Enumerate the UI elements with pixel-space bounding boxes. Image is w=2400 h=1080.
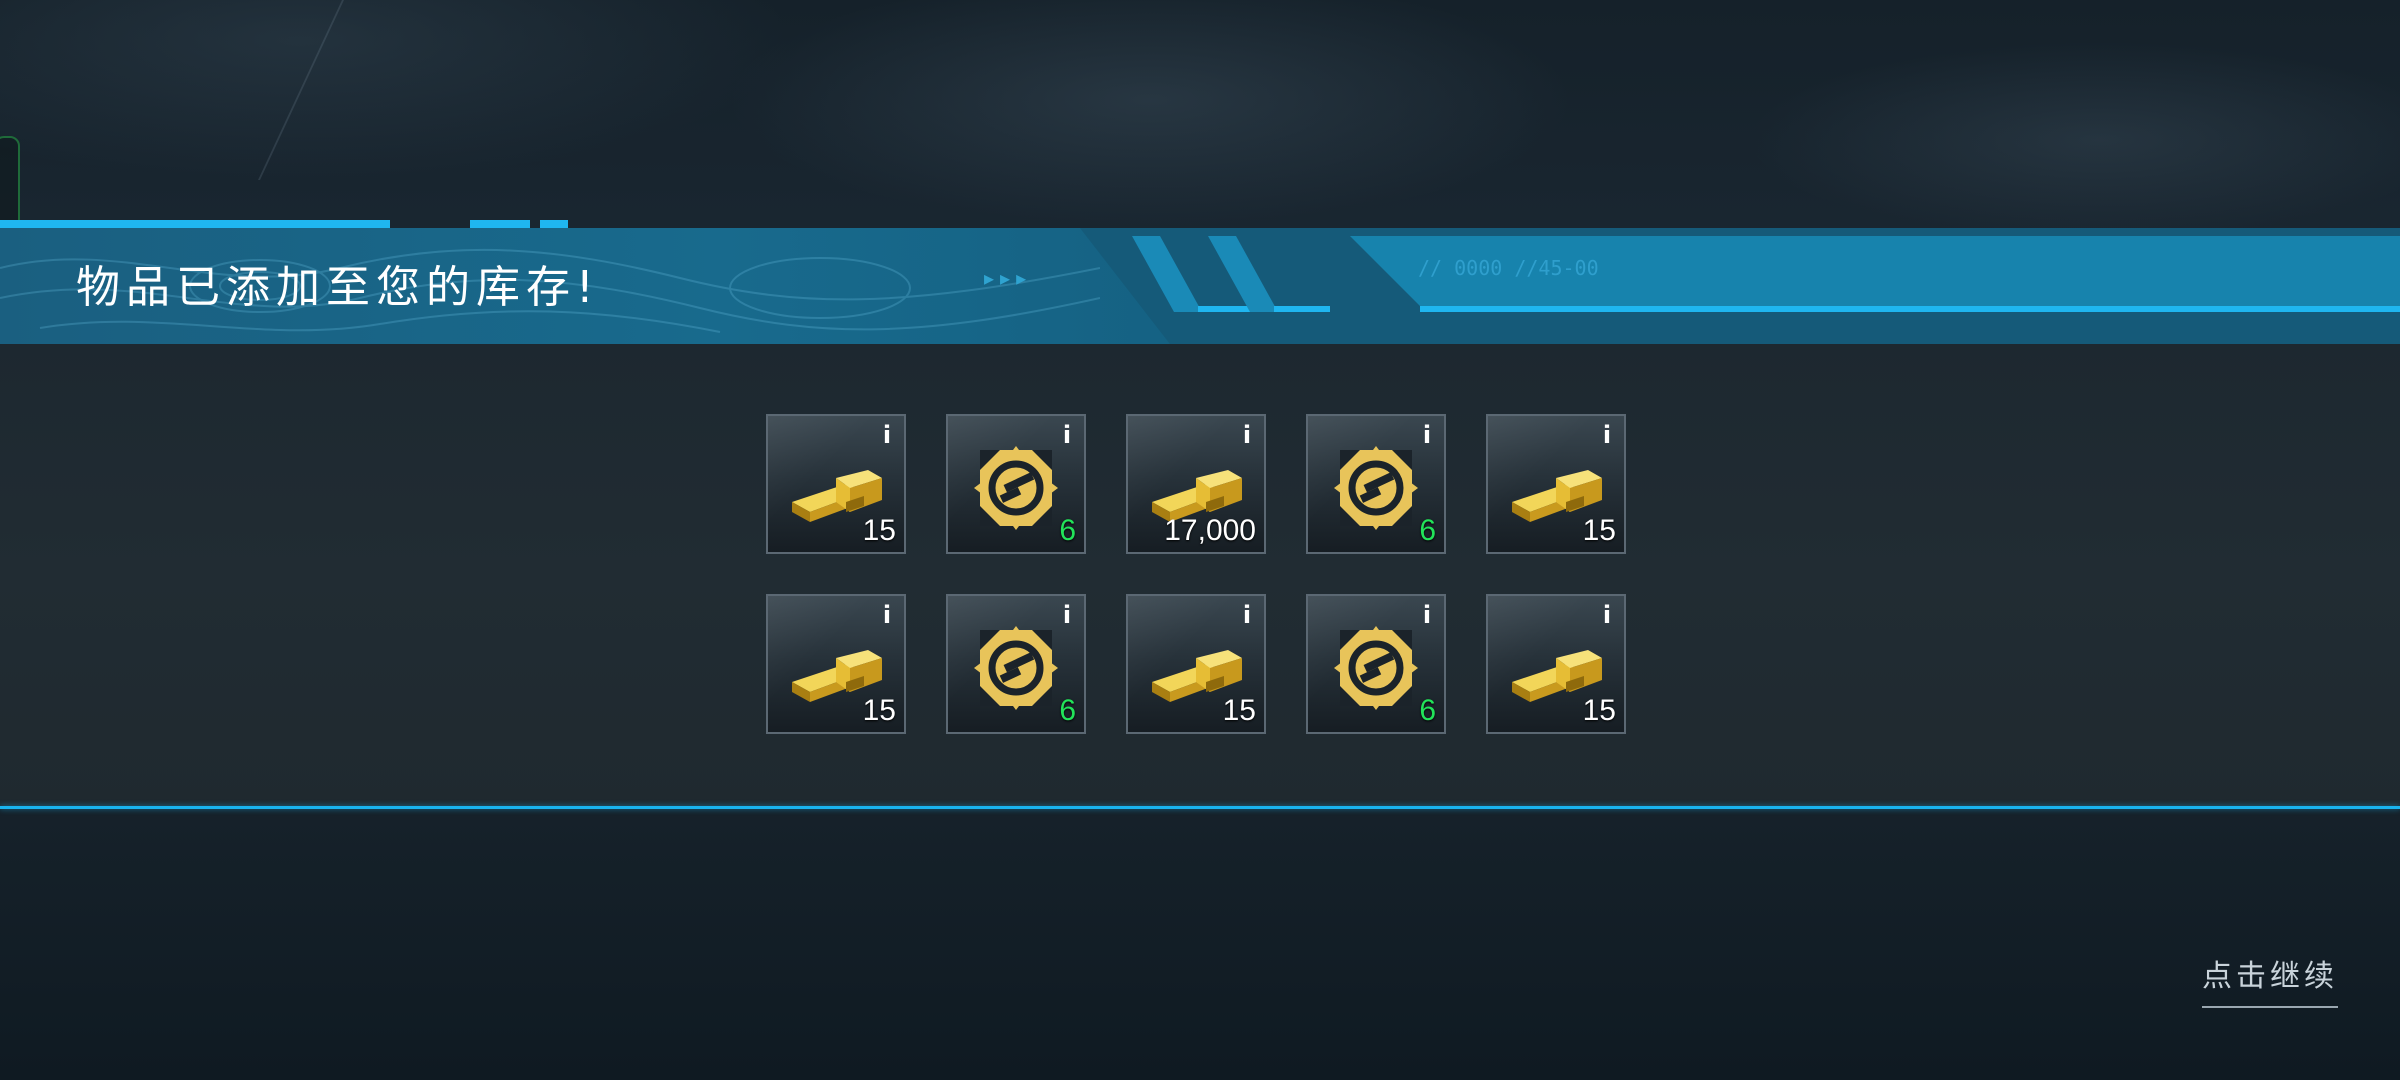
page-title: 物品已添加至您的库存! [76, 262, 600, 313]
info-icon[interactable]: i [1236, 602, 1258, 628]
upgrade-kit-icon [966, 444, 1066, 534]
info-icon[interactable]: i [1596, 422, 1618, 448]
banner-code: // 0000 //45-00 [1418, 256, 1599, 280]
info-icon[interactable]: i [876, 602, 898, 628]
item-quantity: 15 [862, 694, 896, 727]
item-quantity: 6 [1419, 694, 1436, 727]
upgrade-kit-icon [966, 624, 1066, 714]
item-quantity: 17,000 [1164, 514, 1256, 547]
gold-bars-item[interactable]: i 15 [1486, 414, 1626, 554]
item-quantity: 15 [1582, 694, 1616, 727]
lightning-decoration [258, 0, 504, 180]
banner-accent-line [0, 220, 390, 228]
info-icon[interactable]: i [1056, 422, 1078, 448]
banner-stripe-underline [1198, 306, 1254, 312]
gold-bars-item[interactable]: i 15 [766, 414, 906, 554]
banner-right-underline [1420, 306, 2400, 312]
upgrade-kit-item[interactable]: i6 [946, 594, 1086, 734]
info-icon[interactable]: i [1416, 602, 1438, 628]
gold-bars-item[interactable]: i 15 [1486, 594, 1626, 734]
upgrade-kit-item[interactable]: i6 [946, 414, 1086, 554]
info-icon[interactable]: i [1236, 422, 1258, 448]
info-icon[interactable]: i [1416, 422, 1438, 448]
banner-accent-line [470, 220, 530, 228]
item-quantity: 6 [1059, 694, 1076, 727]
item-quantity: 6 [1059, 514, 1076, 547]
panel-divider [0, 806, 2400, 809]
gold-bars-item[interactable]: i 17,000 [1126, 414, 1266, 554]
item-quantity: 15 [1582, 514, 1616, 547]
gold-bars-item[interactable]: i 15 [766, 594, 906, 734]
info-icon[interactable]: i [876, 422, 898, 448]
gold-bars-item[interactable]: i 15 [1126, 594, 1266, 734]
upgrade-kit-icon [1326, 444, 1426, 534]
tap-to-continue-button[interactable]: 点击继续 [2202, 952, 2338, 1008]
reward-screen[interactable]: 物品已添加至您的库存! ▸▸▸ // 0000 //45-00 i 15 i 6 i 17… [0, 0, 2400, 1080]
banner-stripe-underline [1274, 306, 1330, 312]
info-icon[interactable]: i [1596, 602, 1618, 628]
upgrade-kit-icon [1326, 624, 1426, 714]
item-grid: i 15 i 6 i 17,000 i 6 i 15 i 15 i 6 i 15 i 6 i 15 [766, 414, 1634, 740]
arrows-decoration: ▸▸▸ [984, 266, 1033, 290]
upgrade-kit-item[interactable]: i6 [1306, 594, 1446, 734]
upgrade-kit-item[interactable]: i6 [1306, 414, 1446, 554]
item-quantity: 15 [862, 514, 896, 547]
item-quantity: 6 [1419, 514, 1436, 547]
info-icon[interactable]: i [1056, 602, 1078, 628]
title-banner: 物品已添加至您的库存! ▸▸▸ // 0000 //45-00 [0, 220, 2400, 344]
banner-accent-line [540, 220, 568, 228]
item-quantity: 15 [1222, 694, 1256, 727]
